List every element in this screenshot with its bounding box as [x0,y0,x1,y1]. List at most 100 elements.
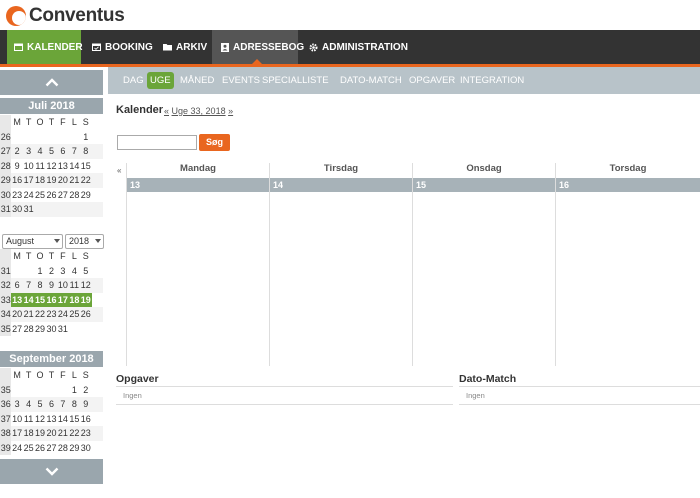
calendar-day[interactable]: 22 [34,307,45,322]
calendar-day[interactable]: 6 [46,397,57,412]
week-number[interactable]: 27 [0,144,12,159]
calendar-day[interactable]: 6 [57,144,68,159]
calendar-day[interactable]: 10 [23,159,34,174]
calendar-day[interactable]: 26 [80,307,91,322]
calendar-day[interactable]: 9 [80,397,91,412]
week-number[interactable]: 33 [0,292,12,307]
calendar-day[interactable]: 18 [68,292,81,307]
calendar-day[interactable]: 27 [46,441,57,456]
calendar-day[interactable]: 10 [57,278,68,293]
calendar-day[interactable]: 5 [34,397,45,412]
calendar-day[interactable]: 2 [80,383,91,398]
week-label-link[interactable]: Uge 33, 2018 [172,106,226,116]
week-number[interactable]: 30 [0,187,12,202]
week-number[interactable]: 31 [0,263,12,278]
calendar-day[interactable]: 17 [57,292,69,307]
day-number-14[interactable]: 14 [270,178,412,192]
calendar-day[interactable]: 14 [57,412,68,427]
calendar-day[interactable]: 3 [57,264,68,279]
calendar-day[interactable]: 19 [46,173,57,188]
week-number[interactable]: 34 [0,307,12,322]
calendar-day[interactable]: 4 [23,397,34,412]
week-number[interactable]: 32 [0,278,12,293]
calendar-day[interactable]: 2 [46,264,57,279]
calendar-day[interactable]: 2 [11,144,22,159]
calendar-day[interactable]: 15 [69,412,80,427]
calendar-day[interactable]: 11 [34,159,45,174]
calendar-day[interactable]: 18 [23,426,34,441]
calendar-day[interactable]: 17 [11,426,22,441]
calendar-down-button[interactable] [0,459,103,484]
calendar-day[interactable]: 27 [57,188,68,203]
calendar-day[interactable]: 30 [80,441,91,456]
calendar-day[interactable]: 28 [69,188,80,203]
calendar-day[interactable]: 19 [80,292,92,307]
calendar-day[interactable]: 26 [34,441,45,456]
calendar-day[interactable]: 18 [34,173,45,188]
subnav-dato-match[interactable]: DATO-MATCH [340,72,402,89]
calendar-day[interactable]: 7 [57,397,68,412]
calendar-day[interactable]: 5 [46,144,57,159]
calendar-day[interactable]: 15 [80,159,91,174]
calendar-day[interactable]: 29 [69,441,80,456]
calendar-day[interactable]: 20 [11,307,22,322]
calendar-day[interactable]: 22 [69,426,80,441]
calendar-day[interactable]: 1 [34,264,45,279]
calendar-day[interactable]: 21 [69,173,80,188]
calendar-day[interactable]: 11 [69,278,80,293]
calendar-day[interactable]: 22 [80,173,91,188]
week-number[interactable]: 39 [0,440,12,455]
calendar-day[interactable]: 8 [80,144,91,159]
calendar-day[interactable]: 7 [69,144,80,159]
day-number-13[interactable]: 13 [127,178,269,192]
calendar-day[interactable]: 15 [34,292,46,307]
calendar-day[interactable]: 4 [34,144,45,159]
calendar-day[interactable]: 12 [80,278,91,293]
calendar-day[interactable]: 28 [23,322,34,337]
logo[interactable]: Conventus [6,5,125,27]
week-number[interactable]: 35 [0,321,12,336]
subnav-maaned[interactable]: MÅNED [180,72,214,89]
calendar-day[interactable]: 30 [11,202,22,217]
calendar-day[interactable]: 14 [22,292,35,307]
calendar-day[interactable]: 9 [46,278,57,293]
calendar-day[interactable]: 25 [69,307,80,322]
calendar-day[interactable]: 16 [11,173,22,188]
month-select[interactable]: August [2,234,63,249]
week-number[interactable]: 37 [0,411,12,426]
search-input[interactable] [117,135,197,150]
calendar-day[interactable]: 1 [69,383,80,398]
subnav-integration[interactable]: INTEGRATION [460,72,524,89]
subnav-dag[interactable]: DAG [123,72,144,89]
calendar-day[interactable]: 17 [23,173,34,188]
calendar-day[interactable]: 23 [11,188,22,203]
calendar-day[interactable]: 20 [57,173,68,188]
week-number[interactable]: 28 [0,158,12,173]
calendar-day[interactable]: 21 [57,426,68,441]
nav-item-administration[interactable]: ADMINISTRATION [309,30,408,64]
calendar-day[interactable]: 25 [23,441,34,456]
calendar-day[interactable]: 3 [11,397,22,412]
calendar-day[interactable]: 13 [11,292,23,307]
subnav-events[interactable]: EVENTS [222,72,260,89]
calendar-day[interactable]: 19 [34,426,45,441]
nav-item-kalender[interactable]: KALENDER [7,30,83,64]
week-number[interactable]: 38 [0,426,12,441]
calendar-day[interactable]: 1 [80,130,91,145]
week-number[interactable]: 36 [0,397,12,412]
calendar-day[interactable]: 9 [11,159,22,174]
calendar-day[interactable]: 7 [23,278,34,293]
calendar-day[interactable]: 24 [11,441,22,456]
calendar-day[interactable]: 16 [80,412,91,427]
calendar-day[interactable]: 29 [34,322,45,337]
week-number[interactable]: 35 [0,382,12,397]
day-number-15[interactable]: 15 [413,178,555,192]
nav-item-arkiv[interactable]: ARKIV [163,30,207,64]
calendar-day[interactable]: 30 [46,322,57,337]
prev-days-link[interactable]: « [117,166,121,175]
week-number[interactable]: 26 [0,129,12,144]
day-number-16[interactable]: 16 [556,178,700,192]
search-button[interactable]: Søg [199,134,230,151]
calendar-day[interactable]: 12 [34,412,45,427]
calendar-day[interactable]: 31 [23,202,34,217]
